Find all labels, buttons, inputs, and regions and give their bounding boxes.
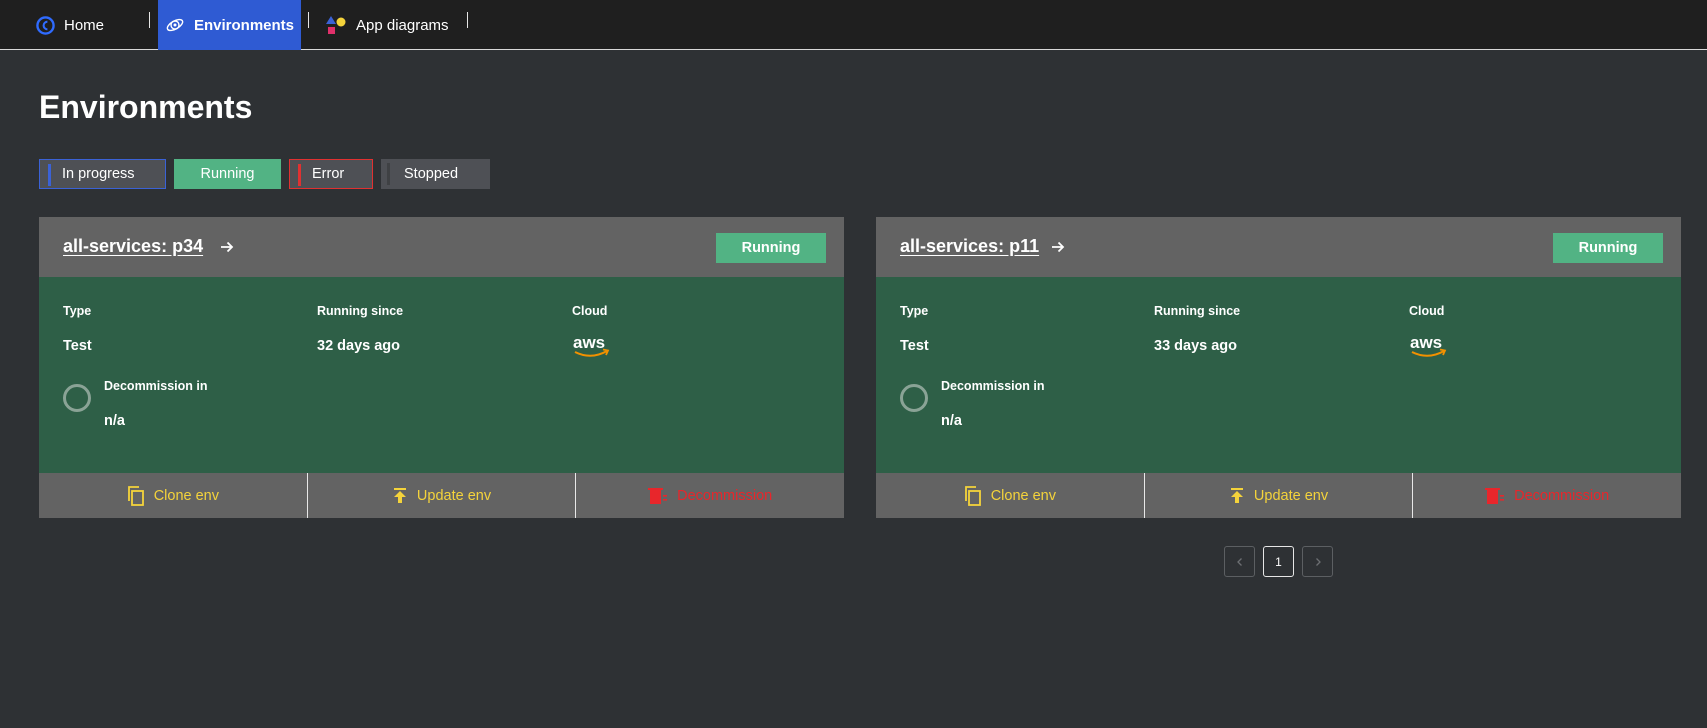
filter-in-progress[interactable]: In progress <box>39 159 166 189</box>
type-label: Type <box>63 304 92 318</box>
nav-home-label: Home <box>64 16 105 34</box>
top-navigation: Home Environments App diagrams <box>0 0 1707 50</box>
environment-name-link[interactable]: all-services: p34 <box>63 236 203 257</box>
status-badge: Running <box>1553 233 1663 263</box>
card-details: Type Test Running since 33 days ago Clou… <box>876 277 1681 473</box>
home-logo-icon <box>36 15 55 35</box>
decommission-in-value: n/a <box>104 413 125 429</box>
filter-error[interactable]: Error <box>289 159 373 189</box>
chevron-right-icon <box>1315 557 1321 566</box>
card-actions: Clone env Update env Decommission <box>39 473 844 518</box>
cloud-label: Cloud <box>572 304 608 318</box>
running-since-label: Running since <box>1154 304 1241 318</box>
upload-icon <box>1230 487 1243 503</box>
running-since-label: Running since <box>317 304 404 318</box>
copy-icon <box>127 485 144 506</box>
running-since-value: 32 days ago <box>317 338 401 354</box>
environment-name-link[interactable]: all-services: p11 <box>900 236 1039 257</box>
decommission-label: Decommission <box>1514 487 1610 504</box>
aws-logo-text: aws <box>573 333 605 352</box>
nav-divider <box>308 12 309 28</box>
decommission-timer-icon <box>900 384 928 412</box>
nav-app-diagrams[interactable]: App diagrams <box>325 0 449 50</box>
status-indicator-bar <box>48 164 51 186</box>
page-title: Environments <box>39 89 253 125</box>
filter-label: Error <box>312 166 345 182</box>
chevron-left-icon <box>1236 557 1242 566</box>
upload-icon <box>393 487 406 503</box>
filter-running[interactable]: Running <box>174 159 281 189</box>
card-header: all-services: p34 Running <box>39 217 844 277</box>
type-value: Test <box>63 338 92 354</box>
app-diagrams-icon <box>326 16 346 34</box>
status-indicator-bar <box>298 164 301 186</box>
clone-env-label: Clone env <box>990 487 1056 504</box>
decommission-label: Decommission <box>677 487 773 504</box>
clone-env-button[interactable]: Clone env <box>39 473 307 518</box>
aws-logo-icon: aws <box>1410 333 1447 357</box>
card-header: all-services: p11 Running <box>876 217 1681 277</box>
decommission-trash-icon <box>1485 487 1505 504</box>
filter-label: Running <box>200 166 255 182</box>
nav-environments-label: Environments <box>193 16 295 34</box>
cloud-label: Cloud <box>1409 304 1445 318</box>
filter-label: Stopped <box>404 166 459 182</box>
clone-env-label: Clone env <box>153 487 219 504</box>
filter-stopped[interactable]: Stopped <box>381 159 490 189</box>
nav-divider <box>467 12 468 28</box>
status-badge: Running <box>716 233 826 263</box>
decommission-in-label: Decommission in <box>104 379 208 393</box>
update-env-label: Update env <box>416 487 492 504</box>
status-indicator-bar <box>387 163 390 185</box>
type-value: Test <box>900 338 929 354</box>
nav-app-diagrams-label: App diagrams <box>356 16 449 34</box>
environment-card: all-services: p11 Running Type Test Runn… <box>876 217 1681 518</box>
pagination-next-button[interactable] <box>1302 546 1333 577</box>
nav-home[interactable]: Home <box>36 0 104 50</box>
card-details: Type Test Running since 32 days ago Clou… <box>39 277 844 473</box>
clone-env-button[interactable]: Clone env <box>876 473 1144 518</box>
decommission-in-label: Decommission in <box>941 379 1045 393</box>
arrow-right-icon[interactable] <box>1050 239 1066 255</box>
aws-logo-icon: aws <box>573 333 610 357</box>
decommission-button[interactable]: Decommission <box>1412 473 1681 518</box>
pagination-prev-button[interactable] <box>1224 546 1255 577</box>
decommission-trash-icon <box>648 487 668 504</box>
copy-icon <box>964 485 981 506</box>
decommission-in-value: n/a <box>941 413 962 429</box>
decommission-timer-icon <box>63 384 91 412</box>
decommission-button[interactable]: Decommission <box>575 473 844 518</box>
pagination-page-1[interactable]: 1 <box>1263 546 1294 577</box>
card-actions: Clone env Update env Decommission <box>876 473 1681 518</box>
type-label: Type <box>900 304 929 318</box>
arrow-right-icon[interactable] <box>219 239 235 255</box>
update-env-button[interactable]: Update env <box>306 473 576 518</box>
update-env-label: Update env <box>1253 487 1329 504</box>
filter-label: In progress <box>62 166 135 182</box>
aws-logo-text: aws <box>1410 333 1442 352</box>
nav-divider <box>149 12 150 28</box>
running-since-value: 33 days ago <box>1154 338 1238 354</box>
environments-icon <box>166 18 184 32</box>
nav-environments[interactable]: Environments <box>158 0 301 50</box>
environment-card: all-services: p34 Running Type Test Runn… <box>39 217 844 518</box>
update-env-button[interactable]: Update env <box>1143 473 1413 518</box>
